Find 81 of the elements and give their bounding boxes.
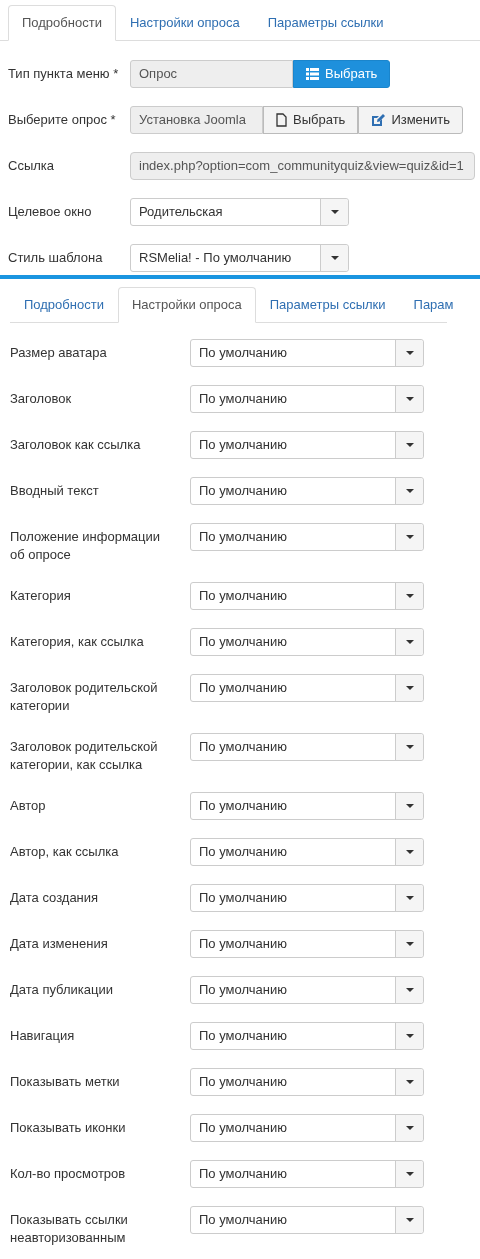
dropdown-caret-icon [405,535,414,539]
field-label: Заголовок родительской категории [10,679,159,715]
tab[interactable]: Подробности [10,287,118,323]
dropdown-caret-icon [405,1218,414,1222]
tab[interactable]: Парам [399,287,459,323]
field-label: Стиль шаблона [8,249,104,267]
field-label: Размер аватара [10,344,108,362]
dropdown-caret-icon [405,443,414,447]
field-label: Заголовок [10,390,73,408]
dropdown-caret-icon [405,351,414,355]
select-field[interactable]: По умолчанию [190,339,424,367]
select-field[interactable]: По умолчанию [190,628,424,656]
select-field[interactable]: По умолчанию [190,1022,424,1050]
field-label: Положение информации об опросе [10,528,162,564]
field-label: Категория, как ссылка [10,633,145,651]
dropdown-caret-icon [405,1080,414,1084]
select-field[interactable]: По умолчанию [190,1206,424,1234]
field-label: Кол-во просмотров [10,1165,127,1183]
field-label: Навигация [10,1027,76,1045]
input-field: Установка Joomla [130,106,263,134]
field-label: Дата публикации [10,981,114,999]
dropdown-caret-icon [405,1126,414,1130]
dropdown-caret-icon [405,1172,414,1176]
field-label: Показывать ссылки неавторизованным [10,1211,129,1247]
field-label: Автор [10,797,47,815]
tab[interactable]: Параметры ссылки [255,287,400,323]
dropdown-caret-icon [405,686,414,690]
select-field[interactable]: По умолчанию [190,1068,424,1096]
field-label: Дата изменения [10,935,109,953]
select-field[interactable]: По умолчанию [190,976,424,1004]
dropdown-caret-icon [405,896,414,900]
file-icon [276,113,287,127]
dropdown-caret-icon [405,640,414,644]
select-field[interactable]: По умолчанию [190,1160,424,1188]
select-field[interactable]: По умолчанию [190,431,424,459]
tab[interactable]: Настройки опроса [117,287,256,323]
dropdown-caret-icon [405,850,414,854]
field-label: Категория [10,587,72,605]
field-label: Целевое окно [8,203,93,221]
input-field: Опрос [130,60,293,88]
field-label: Дата создания [10,889,100,907]
field-label: Показывать иконки [10,1119,127,1137]
field-label: Вводный текст [10,482,100,500]
dropdown-caret-icon [405,489,414,493]
field-label: Ссылка [8,157,56,175]
field-label: Заголовок как ссылка [10,436,142,454]
dropdown-caret-icon [405,397,414,401]
dropdown-caret-icon [405,942,414,946]
select-field[interactable]: По умолчанию [190,582,424,610]
dropdown-caret-icon [405,1034,414,1038]
select-field[interactable]: Родительская [130,198,349,226]
select-field[interactable]: По умолчанию [190,838,424,866]
dropdown-caret-icon [330,210,339,214]
field-label: Тип пункта меню * [8,65,120,83]
select-field[interactable]: По умолчанию [190,884,424,912]
select-field[interactable]: По умолчанию [190,477,424,505]
select-field[interactable]: По умолчанию [190,733,424,761]
dropdown-caret-icon [405,804,414,808]
select-field[interactable]: По умолчанию [190,523,424,551]
select-field[interactable]: По умолчанию [190,674,424,702]
tab[interactable]: Подробности [8,5,116,41]
edit-icon [371,113,386,127]
select-button[interactable]: Выбрать [263,106,359,134]
tab[interactable]: Настройки опроса [115,5,254,41]
select-field[interactable]: По умолчанию [190,930,424,958]
dropdown-caret-icon [405,745,414,749]
field-label: Автор, как ссылка [10,843,120,861]
link-field: index.php?option=com_communityquiz&view=quiz&id=1 [130,152,475,180]
dropdown-caret-icon [405,988,414,992]
list-icon [306,68,319,80]
dropdown-caret-icon [330,256,339,260]
dropdown-caret-icon [405,594,414,598]
field-label: Показывать метки [10,1073,121,1091]
tab[interactable]: Параметры ссылки [253,5,398,41]
select-field[interactable]: По умолчанию [190,1114,424,1142]
select-button[interactable]: Изменить [358,106,463,134]
select-field[interactable]: По умолчанию [190,792,424,820]
select-field[interactable]: По умолчанию [190,385,424,413]
select-field[interactable]: RSMelia! - По умолчанию [130,244,349,272]
field-label: Заголовок родительской категории, как ссылка [10,738,159,774]
field-label: Выберите опрос * [8,111,117,129]
